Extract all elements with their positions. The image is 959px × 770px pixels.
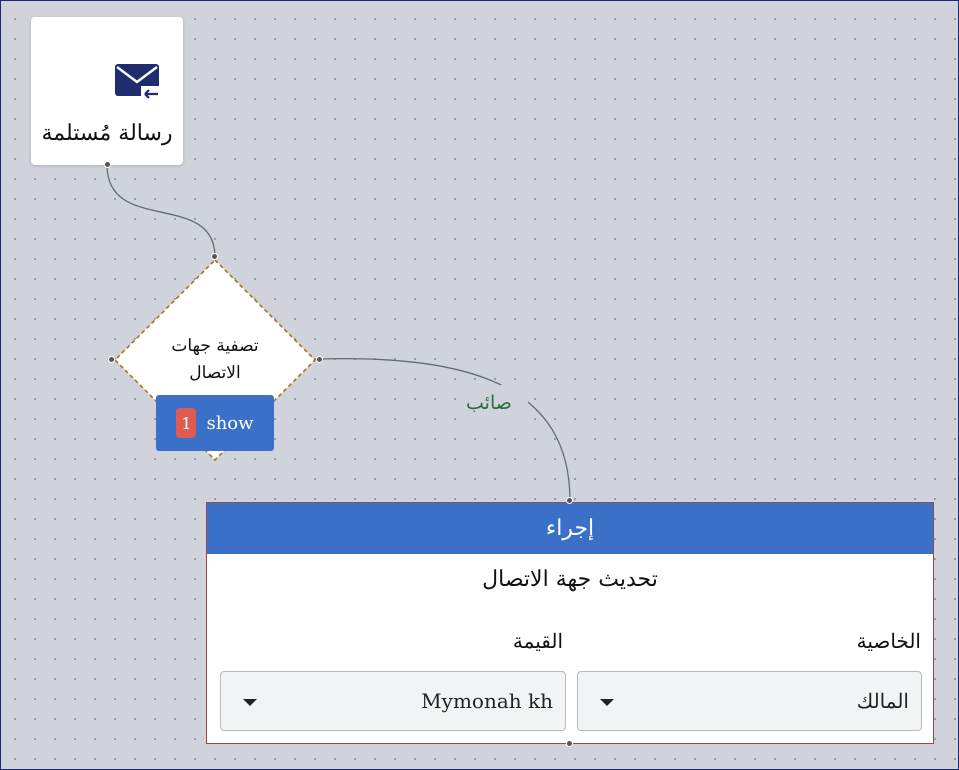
value-label: القيمة <box>512 629 563 653</box>
action-node[interactable]: إجراء تحديث جهة الاتصال الخاصية القيمة M… <box>206 502 934 744</box>
trigger-output-handle[interactable] <box>104 161 111 168</box>
filter-input-handle[interactable] <box>211 253 218 260</box>
value-select-value: Mymonah kh <box>421 689 553 713</box>
filter-output-handle[interactable] <box>316 356 323 363</box>
action-header: إجراء <box>207 503 933 554</box>
action-title: تحديث جهة الاتصال <box>482 567 658 592</box>
value-select[interactable]: Mymonah kh <box>220 671 566 731</box>
show-label: show <box>206 412 254 434</box>
trigger-node[interactable]: رسالة مُستلمة <box>31 17 183 165</box>
action-output-handle[interactable] <box>566 740 573 747</box>
mail-received-icon <box>115 64 161 102</box>
edge-label-true: صائب <box>466 392 512 414</box>
chevron-down-icon <box>243 699 257 706</box>
count-badge: 1 <box>176 408 197 438</box>
edge-trigger-to-filter <box>106 164 216 258</box>
filter-label: تصفية جهات الاتصال <box>171 336 259 383</box>
property-select[interactable]: المالك <box>577 671 922 731</box>
show-contacts-button[interactable]: 1 show <box>156 395 274 451</box>
edge-filter-to-action <box>318 358 571 502</box>
property-select-value: المالك <box>856 689 909 713</box>
property-label: الخاصية <box>856 629 921 653</box>
filter-left-handle[interactable] <box>108 356 115 363</box>
trigger-label: رسالة مُستلمة <box>41 121 173 146</box>
chevron-down-icon <box>600 699 614 706</box>
action-input-handle[interactable] <box>566 497 573 504</box>
